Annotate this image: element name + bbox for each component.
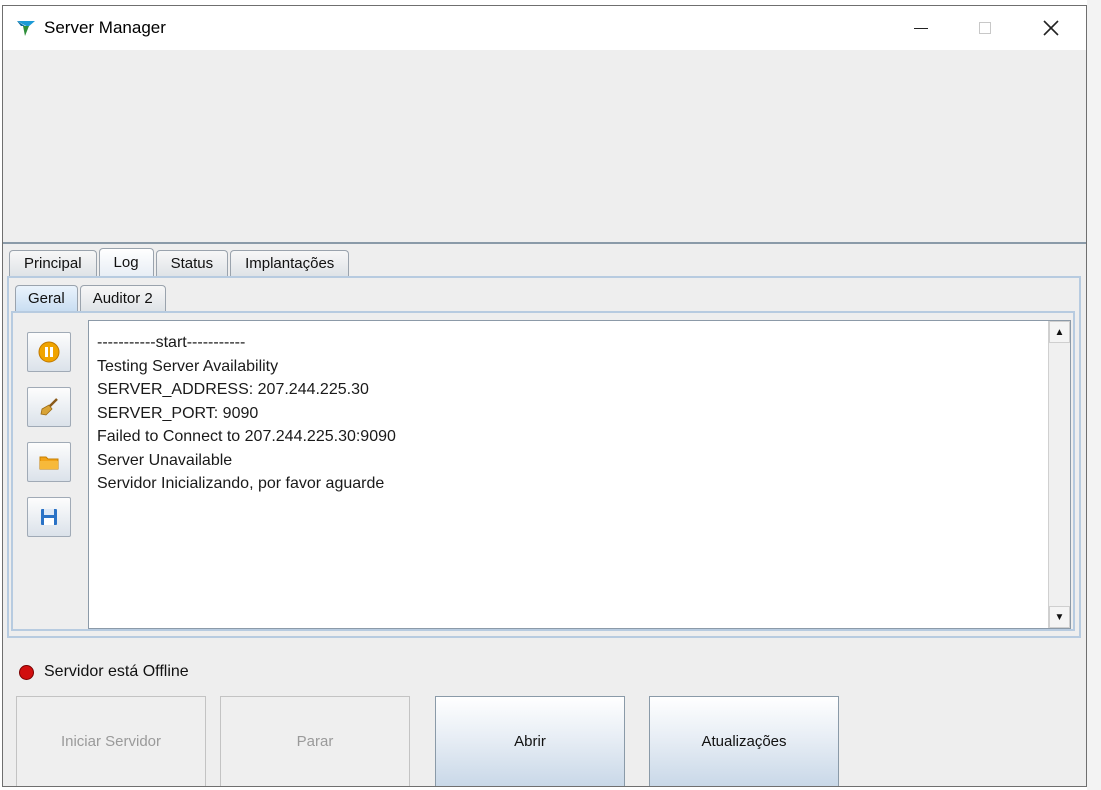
title-bar[interactable]: Server Manager [3, 6, 1086, 50]
save-log-button[interactable] [27, 497, 71, 537]
log-line: Server Unavailable [97, 451, 233, 469]
background-area [1087, 0, 1101, 790]
save-icon [41, 509, 57, 525]
window-title: Server Manager [44, 18, 166, 37]
folder-icon [39, 456, 59, 470]
maximize-button[interactable] [953, 6, 1017, 50]
tab-status[interactable]: Status [155, 250, 229, 276]
start-server-button[interactable]: Iniciar Servidor [16, 696, 206, 786]
log-line: Failed to Connect to 207.244.225.30:9090 [97, 428, 396, 445]
tab-log[interactable]: Log [98, 248, 154, 276]
maximize-icon [979, 22, 991, 34]
log-subtabs: Geral Auditor 2 [15, 285, 168, 311]
log-line: SERVER_ADDRESS: 207.244.225.30 [97, 381, 369, 398]
clear-log-button[interactable] [27, 387, 71, 427]
log-line: Servidor Inicializando, por favor aguard… [97, 475, 385, 492]
minimize-icon [914, 27, 928, 29]
tab-principal[interactable]: Principal [9, 250, 97, 276]
app-logo-icon [17, 21, 35, 36]
log-line: SERVER_PORT: 9090 [97, 404, 259, 422]
log-output[interactable]: -----------start----------- Testing Serv… [88, 320, 1071, 629]
scroll-down-button[interactable]: ▼ [1049, 606, 1070, 628]
tab-implantacoes[interactable]: Implantações [230, 250, 350, 276]
scroll-up-button[interactable]: ▲ [1049, 321, 1070, 343]
updates-button[interactable]: Atualizações [649, 696, 839, 786]
broom-icon [40, 398, 58, 416]
close-icon [1043, 20, 1059, 36]
tab-panel-border [3, 242, 1086, 244]
log-content-panel: -----------start----------- Testing Serv… [11, 311, 1075, 631]
main-tabs: Principal Log Status Implantações [9, 248, 351, 276]
pause-button[interactable] [27, 332, 71, 372]
status-indicator-icon [19, 664, 34, 680]
open-folder-button[interactable] [27, 442, 71, 482]
log-line: -----------start----------- [97, 334, 246, 351]
subtab-geral[interactable]: Geral [15, 285, 78, 311]
server-status: Servidor está Offline [19, 663, 189, 681]
log-scrollbar[interactable]: ▲ ▼ [1048, 321, 1070, 628]
stop-button[interactable]: Parar [220, 696, 410, 786]
arrow-down-icon: ▼ [1054, 611, 1065, 623]
log-tab-panel: Geral Auditor 2 -----------start--------… [7, 276, 1081, 638]
server-manager-window: Server Manager Principal Log Status Impl… [2, 5, 1087, 787]
close-button[interactable] [1019, 6, 1083, 50]
log-line: Testing Server Availability [97, 357, 279, 375]
arrow-up-icon: ▲ [1054, 326, 1065, 338]
open-button[interactable]: Abrir [435, 696, 625, 786]
log-lines: -----------start----------- Testing Serv… [97, 331, 396, 496]
subtab-auditor-2[interactable]: Auditor 2 [79, 285, 166, 311]
minimize-button[interactable] [889, 6, 953, 50]
status-text: Servidor está Offline [44, 663, 189, 680]
pause-icon [38, 341, 60, 363]
